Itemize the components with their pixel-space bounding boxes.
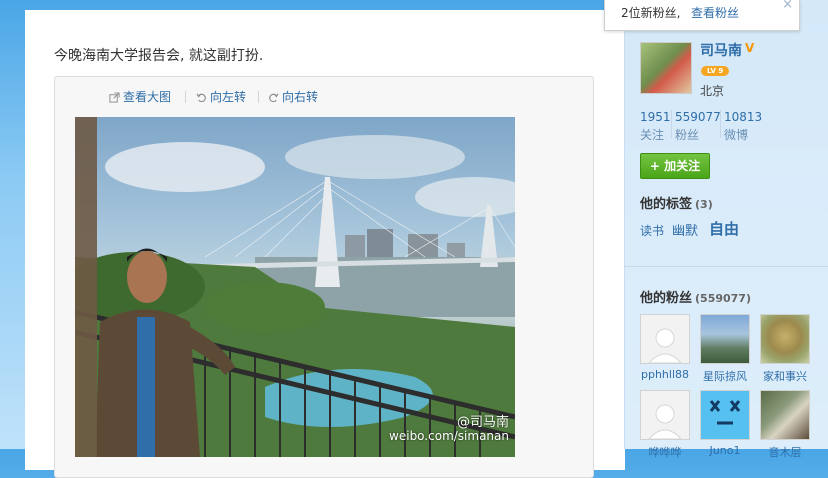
fan-name[interactable]: 星际掠风 bbox=[700, 368, 750, 384]
fans-title-text: 他的粉丝 bbox=[640, 291, 693, 306]
fan-item[interactable]: 家和事兴 bbox=[760, 314, 810, 384]
tag-item[interactable]: 读书 bbox=[640, 222, 664, 239]
tag-item[interactable]: 幽默 bbox=[672, 220, 698, 239]
view-large-button[interactable]: 查看大图 bbox=[109, 89, 171, 105]
fan-avatar[interactable] bbox=[760, 314, 810, 364]
default-avatar-icon bbox=[648, 404, 682, 439]
fan-name[interactable]: 音木层 bbox=[760, 444, 810, 460]
tags-title: 他的标签 (3) bbox=[640, 193, 713, 212]
face-icon bbox=[709, 400, 741, 425]
stat-fans[interactable]: 559077 粉丝 bbox=[675, 110, 721, 143]
rotate-right-button[interactable]: 向右转 bbox=[268, 89, 318, 105]
fan-avatar[interactable] bbox=[700, 314, 750, 364]
fan-name[interactable]: 家和事兴 bbox=[760, 368, 810, 384]
profile-sidebar: 司马南 V LV 9 北京 1951 关注 559077 粉丝 10813 微博… bbox=[624, 0, 828, 459]
tag-item[interactable]: 自由 bbox=[709, 218, 739, 239]
stat-divider bbox=[720, 110, 721, 138]
fan-avatar[interactable] bbox=[640, 314, 690, 364]
tags-count: (3) bbox=[695, 198, 713, 211]
fans-title: 他的粉丝 (559077) bbox=[640, 287, 751, 306]
avatar[interactable] bbox=[640, 42, 692, 94]
section-divider bbox=[625, 266, 828, 267]
view-large-label: 查看大图 bbox=[123, 90, 172, 104]
media-toolbar: 查看大图 向左转 向右转 bbox=[55, 77, 593, 115]
fan-item[interactable]: pphhll88 bbox=[640, 314, 690, 381]
fan-item[interactable]: 星际掠风 bbox=[700, 314, 750, 384]
stat-label: 微博 bbox=[724, 128, 749, 142]
toolbar-divider bbox=[185, 91, 186, 103]
fan-name[interactable]: 哗哗哗 bbox=[640, 444, 690, 460]
fan-item[interactable]: 音木层 bbox=[760, 390, 810, 460]
fan-avatar[interactable] bbox=[700, 390, 750, 440]
fan-avatar[interactable] bbox=[760, 390, 810, 440]
stat-divider bbox=[671, 110, 672, 138]
fan-name[interactable]: pphhll88 bbox=[640, 368, 690, 381]
stat-label: 关注 bbox=[640, 128, 665, 142]
level-badge[interactable]: LV 9 bbox=[701, 66, 730, 76]
photo-scene bbox=[75, 117, 515, 457]
verified-icon: V bbox=[745, 41, 755, 55]
stat-posts[interactable]: 10813 微博 bbox=[724, 110, 762, 143]
rotate-left-label: 向左转 bbox=[210, 90, 247, 104]
profile-location: 北京 bbox=[700, 84, 725, 98]
follow-button[interactable]: + 加关注 bbox=[640, 153, 710, 179]
rotate-right-label: 向右转 bbox=[282, 90, 319, 104]
profile-name[interactable]: 司马南 bbox=[700, 40, 742, 60]
stat-value: 559077 bbox=[675, 110, 721, 124]
stat-label: 粉丝 bbox=[675, 128, 700, 142]
view-fans-link[interactable]: 查看粉丝 bbox=[691, 4, 739, 21]
stat-value: 1951 bbox=[640, 110, 671, 124]
media-box: 查看大图 向左转 向右转 @司马南 weibo.com/simanan bbox=[54, 76, 594, 478]
fan-name[interactable]: Juno1 bbox=[700, 444, 750, 457]
fan-avatar[interactable] bbox=[640, 390, 690, 440]
rotate-right-icon bbox=[269, 93, 279, 102]
tags-title-text: 他的标签 bbox=[640, 197, 693, 212]
watermark-url: weibo.com/simanan bbox=[389, 429, 509, 443]
rotate-left-icon bbox=[196, 93, 206, 102]
close-icon[interactable]: × bbox=[782, 0, 793, 12]
toolbar-divider bbox=[258, 91, 259, 103]
notification-text: 2位新粉丝, bbox=[621, 6, 681, 20]
stat-value: 10813 bbox=[724, 110, 763, 124]
watermark-name: @司马南 bbox=[456, 415, 509, 430]
external-link-icon bbox=[109, 91, 120, 103]
post-photo[interactable]: @司马南 weibo.com/simanan bbox=[75, 117, 515, 457]
default-avatar-icon bbox=[648, 328, 682, 363]
fans-count: (559077) bbox=[695, 292, 751, 305]
rotate-left-button[interactable]: 向左转 bbox=[196, 89, 246, 105]
new-fans-notification: 2位新粉丝, 查看粉丝 × bbox=[604, 0, 800, 31]
post-text: 今晚海南大学报告会, 就这副打扮. bbox=[54, 48, 264, 64]
feed-card: 今晚海南大学报告会, 就这副打扮. 查看大图 向左转 向右转 @司马南 weib… bbox=[25, 10, 625, 478]
stat-following[interactable]: 1951 关注 bbox=[640, 110, 671, 143]
fan-item[interactable]: 哗哗哗 bbox=[640, 390, 690, 460]
fan-item[interactable]: Juno1 bbox=[700, 390, 750, 457]
